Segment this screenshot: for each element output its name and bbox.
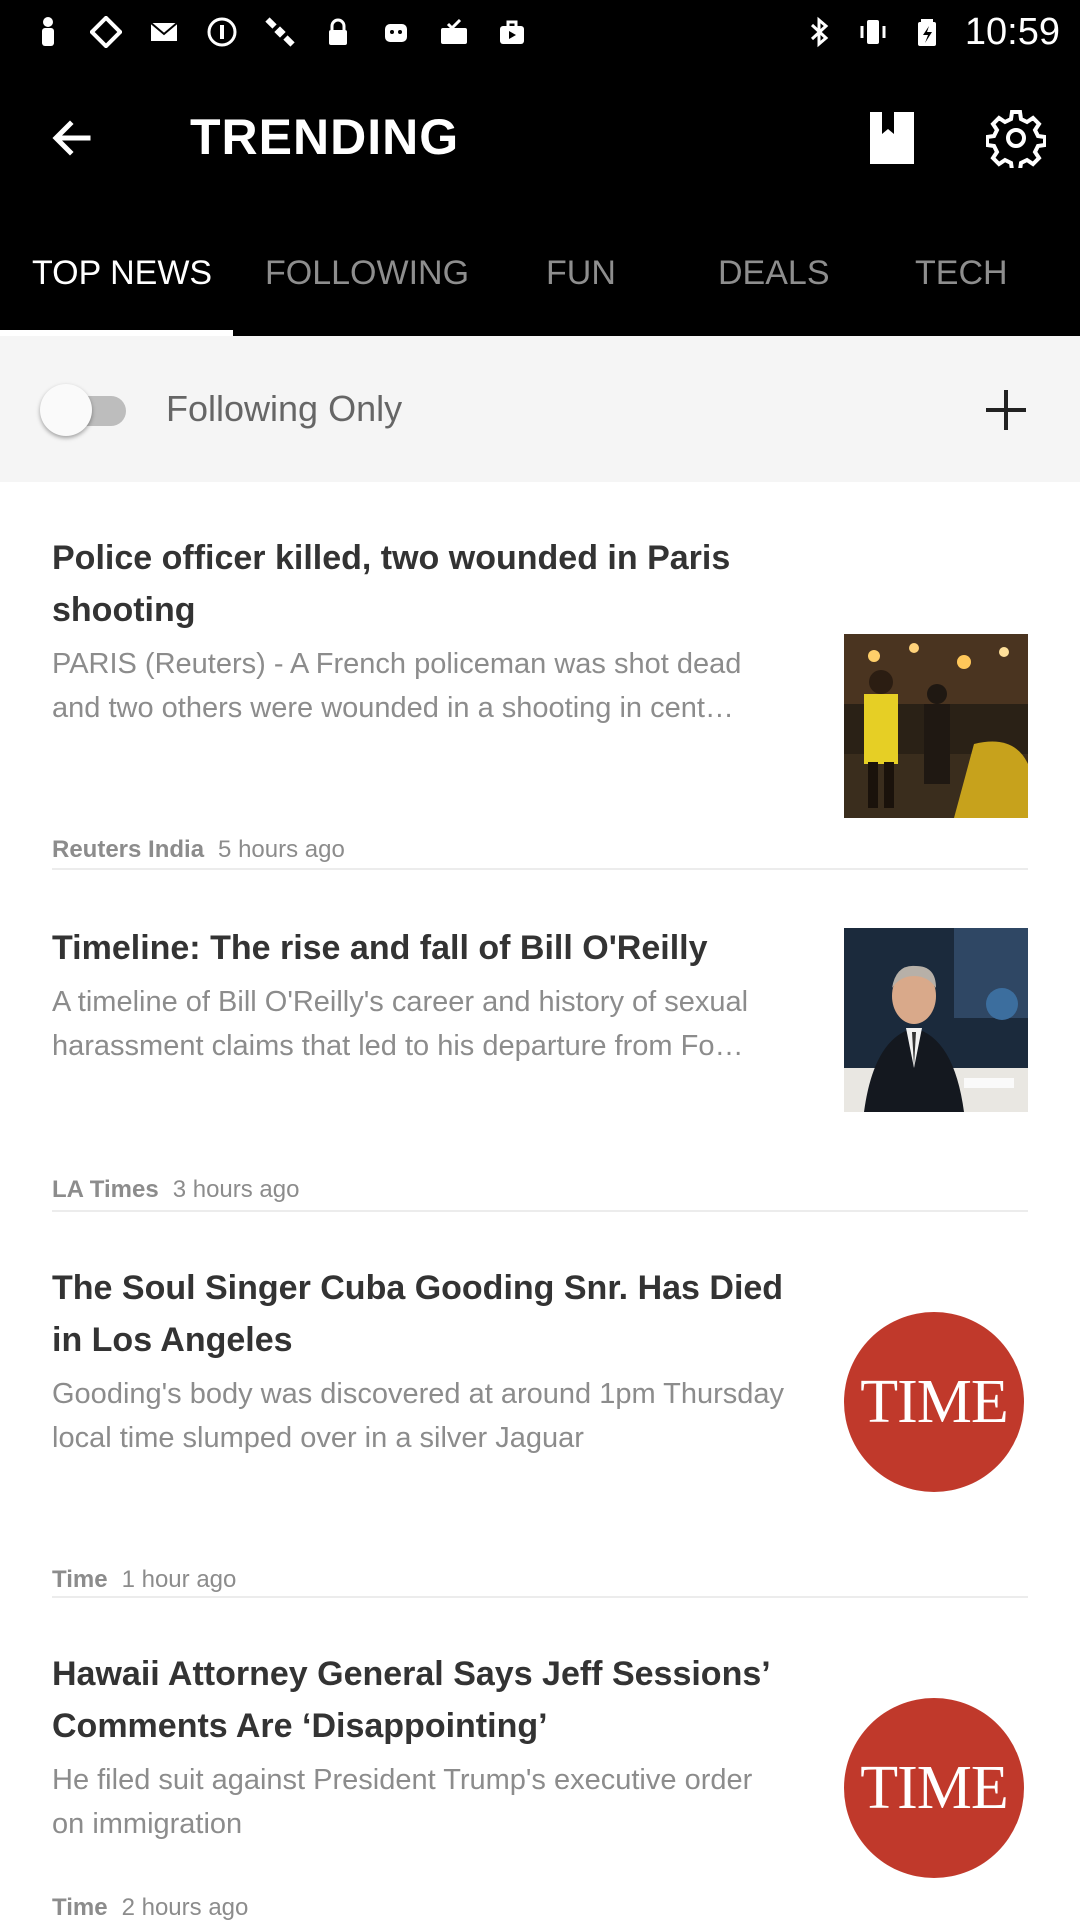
info-circle-icon bbox=[207, 17, 237, 47]
bluetooth-icon bbox=[810, 16, 829, 48]
back-arrow-icon[interactable] bbox=[44, 110, 100, 166]
article-summary: He filed suit against President Trump's … bbox=[52, 1764, 753, 1840]
app-bar: TRENDING bbox=[0, 64, 1080, 208]
tab-deals[interactable]: DEALS bbox=[718, 254, 830, 293]
article-card[interactable]: Hawaii Attorney General Says Jeff Sessio… bbox=[52, 1648, 1028, 1920]
divider bbox=[52, 1596, 1028, 1598]
article-thumbnail[interactable] bbox=[844, 928, 1028, 1112]
following-only-label: Following Only bbox=[166, 388, 403, 429]
article-card[interactable]: The Soul Singer Cuba Gooding Snr. Has Di… bbox=[52, 1262, 1028, 1593]
person-icon bbox=[42, 17, 54, 46]
briefcase-icon bbox=[500, 20, 524, 44]
diamond-icon bbox=[90, 16, 122, 48]
article-meta: Time 2 hours ago bbox=[52, 1894, 248, 1920]
status-time: 10:59 bbox=[964, 10, 1060, 53]
article-meta: Reuters India 5 hours ago bbox=[52, 836, 345, 864]
battery-icon bbox=[917, 19, 936, 46]
plus-icon[interactable] bbox=[980, 384, 1032, 436]
article-source: Time bbox=[52, 1894, 108, 1920]
time-logo[interactable]: TIME bbox=[844, 1312, 1024, 1492]
article-time: 5 hours ago bbox=[218, 836, 345, 863]
article-source: Time bbox=[52, 1566, 108, 1593]
article-summary: Gooding's body was discovered at around … bbox=[52, 1378, 785, 1454]
article-headline[interactable]: Police officer killed, two wounded in Pa… bbox=[52, 532, 792, 636]
article-card[interactable]: Police officer killed, two wounded in Pa… bbox=[52, 532, 1028, 863]
android-icon bbox=[385, 24, 407, 42]
divider bbox=[52, 868, 1028, 870]
article-time: 2 hours ago bbox=[121, 1894, 249, 1920]
article-headline[interactable]: The Soul Singer Cuba Gooding Snr. Has Di… bbox=[52, 1262, 792, 1366]
toggle-thumb bbox=[40, 384, 92, 436]
satellite-icon bbox=[265, 17, 295, 47]
article-thumbnail[interactable] bbox=[844, 634, 1028, 818]
tab-fun[interactable]: FUN bbox=[546, 254, 616, 293]
article-meta: Time 1 hour ago bbox=[52, 1566, 236, 1594]
article-time: 1 hour ago bbox=[121, 1566, 237, 1593]
gear-icon[interactable] bbox=[986, 108, 1046, 168]
system-status: 10:59 bbox=[803, 11, 1080, 54]
article-summary: PARIS (Reuters) - A French policeman was… bbox=[52, 648, 742, 724]
article-card[interactable]: Timeline: The rise and fall of Bill O'Re… bbox=[52, 922, 1028, 1203]
category-tabs: TOP NEWS FOLLOWING FUN DEALS TECH bbox=[0, 208, 1080, 336]
page-title: TRENDING bbox=[190, 109, 460, 165]
article-time: 3 hours ago bbox=[172, 1176, 300, 1203]
mail-icon bbox=[150, 22, 178, 41]
tab-following[interactable]: FOLLOWING bbox=[265, 254, 469, 293]
article-meta: LA Times 3 hours ago bbox=[52, 1176, 299, 1204]
article-headline[interactable]: Timeline: The rise and fall of Bill O'Re… bbox=[52, 922, 792, 974]
article-source: LA Times bbox=[52, 1176, 159, 1203]
tab-top-news[interactable]: TOP NEWS bbox=[32, 254, 212, 293]
vibrate-icon bbox=[860, 20, 886, 44]
filter-row: Following Only bbox=[0, 336, 1080, 482]
bookmark-icon[interactable] bbox=[866, 108, 918, 168]
article-headline[interactable]: Hawaii Attorney General Says Jeff Sessio… bbox=[52, 1648, 792, 1752]
time-logo[interactable]: TIME bbox=[844, 1698, 1024, 1878]
status-bar: 10:59 bbox=[0, 0, 1080, 64]
notification-icons bbox=[0, 16, 528, 48]
tab-tech[interactable]: TECH bbox=[915, 254, 1008, 293]
article-summary: A timeline of Bill O'Reilly's career and… bbox=[52, 986, 749, 1062]
lock-icon bbox=[329, 18, 347, 45]
article-source: Reuters India bbox=[52, 836, 205, 863]
following-only-toggle[interactable] bbox=[40, 382, 132, 438]
divider bbox=[52, 1210, 1028, 1212]
inbox-check-icon bbox=[441, 18, 467, 44]
